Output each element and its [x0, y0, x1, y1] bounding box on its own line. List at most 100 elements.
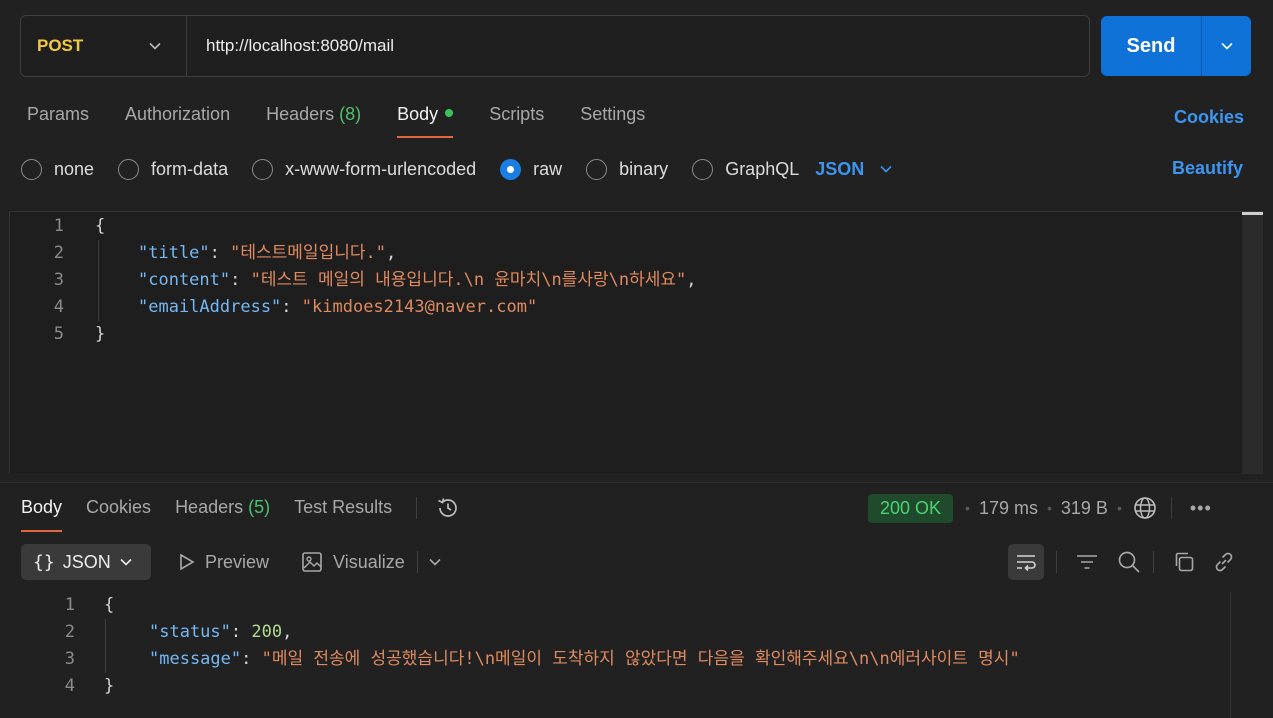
editor-scrollbar[interactable]: [1242, 212, 1263, 474]
indent-guide: [98, 240, 99, 321]
more-options-icon[interactable]: •••: [1190, 498, 1212, 519]
tab-settings[interactable]: Settings: [580, 100, 645, 138]
body-format-select[interactable]: JSON: [815, 159, 893, 180]
chevron-down-icon: [880, 165, 892, 173]
send-button[interactable]: Send: [1101, 16, 1202, 76]
wrap-lines-button[interactable]: [1008, 544, 1044, 580]
json-value: "테스트 메일의 내용입니다.\n 윤마치\n를사랑\n하세요": [250, 270, 687, 290]
tab-label: Params: [27, 104, 90, 124]
indent-guide: [105, 619, 106, 673]
globe-icon[interactable]: [1133, 496, 1157, 520]
radio-circle-icon: [252, 158, 274, 180]
url-input[interactable]: [187, 16, 1089, 76]
separator-dot: •: [1116, 500, 1122, 516]
line-number: 4: [64, 676, 75, 696]
radio-label: x-www-form-urlencoded: [285, 158, 477, 179]
headers-count: (5): [248, 497, 271, 517]
line-number: 3: [53, 270, 64, 290]
line-number: 3: [64, 649, 75, 669]
tab-authorization[interactable]: Authorization: [125, 100, 230, 138]
radio-raw[interactable]: raw: [500, 158, 563, 180]
divider: [1056, 551, 1057, 573]
json-value: "kimdoes2143@naver.com": [301, 297, 538, 317]
code-line: "emailAddress": "kimdoes2143@naver.com": [138, 297, 538, 317]
radio-circle-icon: [586, 158, 608, 180]
format-label: JSON: [62, 551, 111, 572]
json-key: "content": [138, 270, 231, 290]
json-key: "title": [138, 243, 210, 263]
response-tabs: Body Cookies Headers (5) Test Results: [21, 494, 461, 532]
history-icon[interactable]: [435, 495, 461, 521]
request-body-editor[interactable]: 1 2 3 4 5 { "title": "테스트메일입니다.", "conte…: [9, 211, 1263, 474]
radio-none[interactable]: none: [21, 158, 94, 180]
response-time[interactable]: 179 ms: [979, 498, 1038, 519]
divider: [1153, 551, 1154, 573]
response-size[interactable]: 319 B: [1061, 498, 1108, 519]
image-icon: [302, 552, 322, 572]
send-button-group: Send: [1101, 16, 1251, 76]
radio-form-data[interactable]: form-data: [118, 158, 229, 180]
res-tab-test-results[interactable]: Test Results: [294, 494, 392, 532]
response-format-select[interactable]: {} JSON: [21, 544, 151, 580]
copy-button[interactable]: [1172, 550, 1196, 574]
separator-dot: •: [965, 500, 970, 516]
chevron-down-icon: [1220, 42, 1233, 50]
link-icon: [1215, 552, 1233, 572]
tab-scripts[interactable]: Scripts: [489, 100, 544, 138]
url-bar: POST: [20, 15, 1090, 77]
search-icon: [1118, 551, 1140, 573]
visualize-label: Visualize: [333, 551, 405, 572]
radio-circle-icon: [692, 158, 714, 180]
line-number: 1: [53, 216, 64, 236]
preview-button[interactable]: Preview: [179, 552, 269, 573]
link-button[interactable]: [1212, 550, 1236, 574]
code-brace: }: [95, 324, 106, 344]
json-key: "emailAddress": [138, 297, 282, 317]
radio-label: raw: [533, 158, 563, 179]
json-key: "message": [149, 649, 242, 669]
json-number: 200: [251, 622, 283, 642]
chevron-down-icon: [120, 558, 132, 566]
body-format-label: JSON: [815, 158, 865, 179]
beautify-button[interactable]: Beautify: [1172, 158, 1243, 179]
tab-body[interactable]: Body: [397, 100, 454, 138]
request-tabs: Params Authorization Headers (8) Body Sc…: [27, 100, 681, 140]
response-body-viewer[interactable]: 1 2 3 4 { "status": 200, "message": "메일 …: [0, 592, 1273, 718]
radio-circle-icon: [118, 158, 140, 180]
res-tab-cookies[interactable]: Cookies: [86, 494, 151, 532]
res-tab-body[interactable]: Body: [21, 494, 63, 532]
tab-label: Body: [397, 104, 439, 124]
radio-label: form-data: [151, 158, 229, 179]
body-type-selector: none form-data x-www-form-urlencoded raw…: [21, 156, 893, 182]
json-value: "테스트메일입니다.": [230, 243, 386, 263]
search-button[interactable]: [1117, 550, 1141, 574]
status-badge[interactable]: 200 OK: [868, 493, 954, 523]
filter-button[interactable]: [1075, 551, 1099, 573]
tab-label: Settings: [580, 104, 646, 124]
res-tab-headers[interactable]: Headers (5): [175, 494, 270, 532]
method-select[interactable]: POST: [21, 16, 187, 76]
send-options-button[interactable]: [1202, 16, 1251, 76]
radio-binary[interactable]: binary: [586, 158, 668, 180]
filter-icon: [1077, 555, 1097, 569]
visualize-button[interactable]: Visualize: [301, 551, 405, 573]
radio-x-www-form-urlencoded[interactable]: x-www-form-urlencoded: [252, 158, 477, 180]
scrollbar-thumb[interactable]: [1242, 212, 1263, 215]
tab-params[interactable]: Params: [27, 100, 89, 138]
preview-label: Preview: [205, 551, 270, 572]
tab-headers[interactable]: Headers (8): [266, 100, 361, 138]
response-tools: [1008, 544, 1236, 580]
radio-label: GraphQL: [725, 158, 800, 179]
divider: [416, 497, 418, 519]
chevron-down-icon[interactable]: [428, 555, 442, 569]
play-icon: [180, 553, 195, 571]
cookies-link[interactable]: Cookies: [1174, 107, 1244, 128]
code-line: "message": "메일 전송에 성공했습니다!\n메일이 도착하지 않았다…: [149, 649, 1020, 669]
radio-checked-icon: [500, 158, 522, 180]
json-key: "status": [149, 622, 231, 642]
line-number: 4: [53, 297, 64, 317]
code-brace: }: [104, 676, 115, 696]
radio-graphql[interactable]: GraphQL: [692, 158, 800, 180]
braces-icon: {}: [33, 551, 55, 573]
radio-circle-icon: [21, 158, 42, 180]
